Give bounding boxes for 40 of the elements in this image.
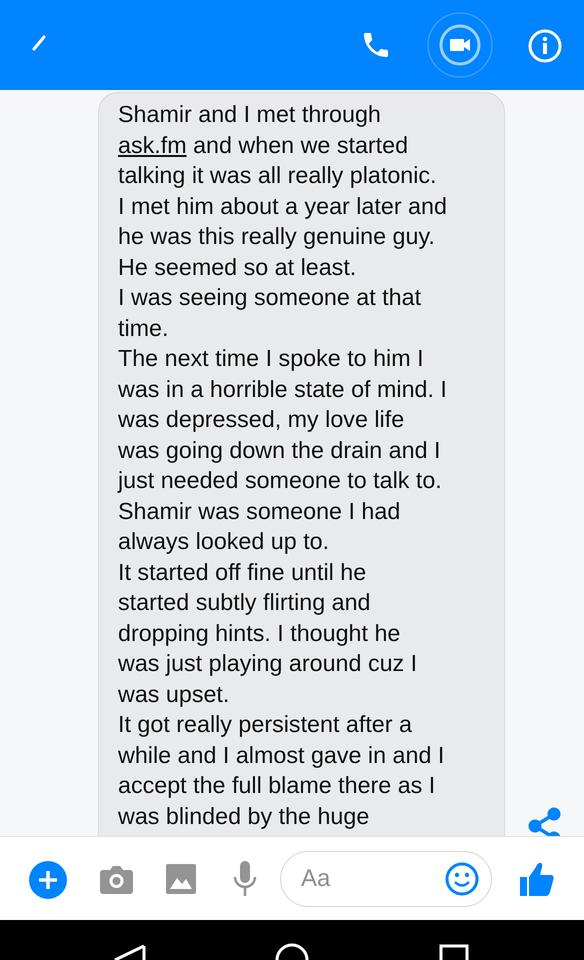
home-icon[interactable] (274, 942, 310, 960)
message-line: dropping hints. I thought he (118, 618, 400, 648)
message-line: talking it was all really platonic. (118, 161, 437, 190)
message-line: It got really persistent after a (118, 710, 412, 739)
recents-icon[interactable] (439, 944, 469, 960)
microphone-icon[interactable] (233, 861, 257, 897)
message-line: Shamir and I met through (118, 100, 381, 129)
message-line: started subtly flirting and (118, 588, 371, 617)
message-line: time. (118, 314, 168, 342)
message-field-box[interactable]: Aa (280, 851, 492, 907)
message-line: The next time I spoke to him I (118, 344, 424, 373)
message-line: was upset. (118, 680, 230, 709)
info-icon[interactable] (528, 29, 562, 63)
message-line: he was this really genuine guy. (118, 222, 435, 251)
message-line: always looked up to. (118, 527, 330, 556)
message-line: accept the full blame there as I (118, 771, 436, 800)
line-icon[interactable] (32, 35, 46, 51)
message-line: was blinded by the huge (118, 802, 370, 831)
message-line: ask.fm and when we started (118, 130, 408, 160)
image-icon[interactable] (166, 864, 196, 894)
link[interactable]: ask.fm (118, 132, 187, 158)
message-line: He seemed so at least. (118, 252, 356, 282)
plus-icon[interactable] (28, 860, 68, 900)
message-field[interactable]: Aa (299, 864, 433, 894)
emoji-icon[interactable] (445, 862, 479, 896)
message-line: just needed someone to talk to. (118, 466, 442, 495)
video-camera-icon[interactable] (427, 12, 493, 78)
message-line: was going down the drain and I (118, 436, 440, 465)
back-icon[interactable] (112, 944, 146, 960)
share-icon[interactable] (527, 806, 563, 836)
message-line: It started off fine until he (118, 558, 366, 586)
message-line: was depressed, my love life (118, 405, 404, 434)
message-line: was in a horrible state of mind. I (118, 374, 447, 404)
message-line: Shamir was someone I had (118, 496, 400, 526)
thumbs-up-icon[interactable] (519, 861, 555, 897)
message-line: I met him about a year later and (118, 192, 447, 221)
message-line: was just playing around cuz I (118, 649, 418, 678)
message-line: I was seeing someone at that (118, 283, 422, 312)
message-line: while and I almost gave in and I (118, 740, 444, 770)
camera-icon[interactable] (100, 864, 133, 894)
